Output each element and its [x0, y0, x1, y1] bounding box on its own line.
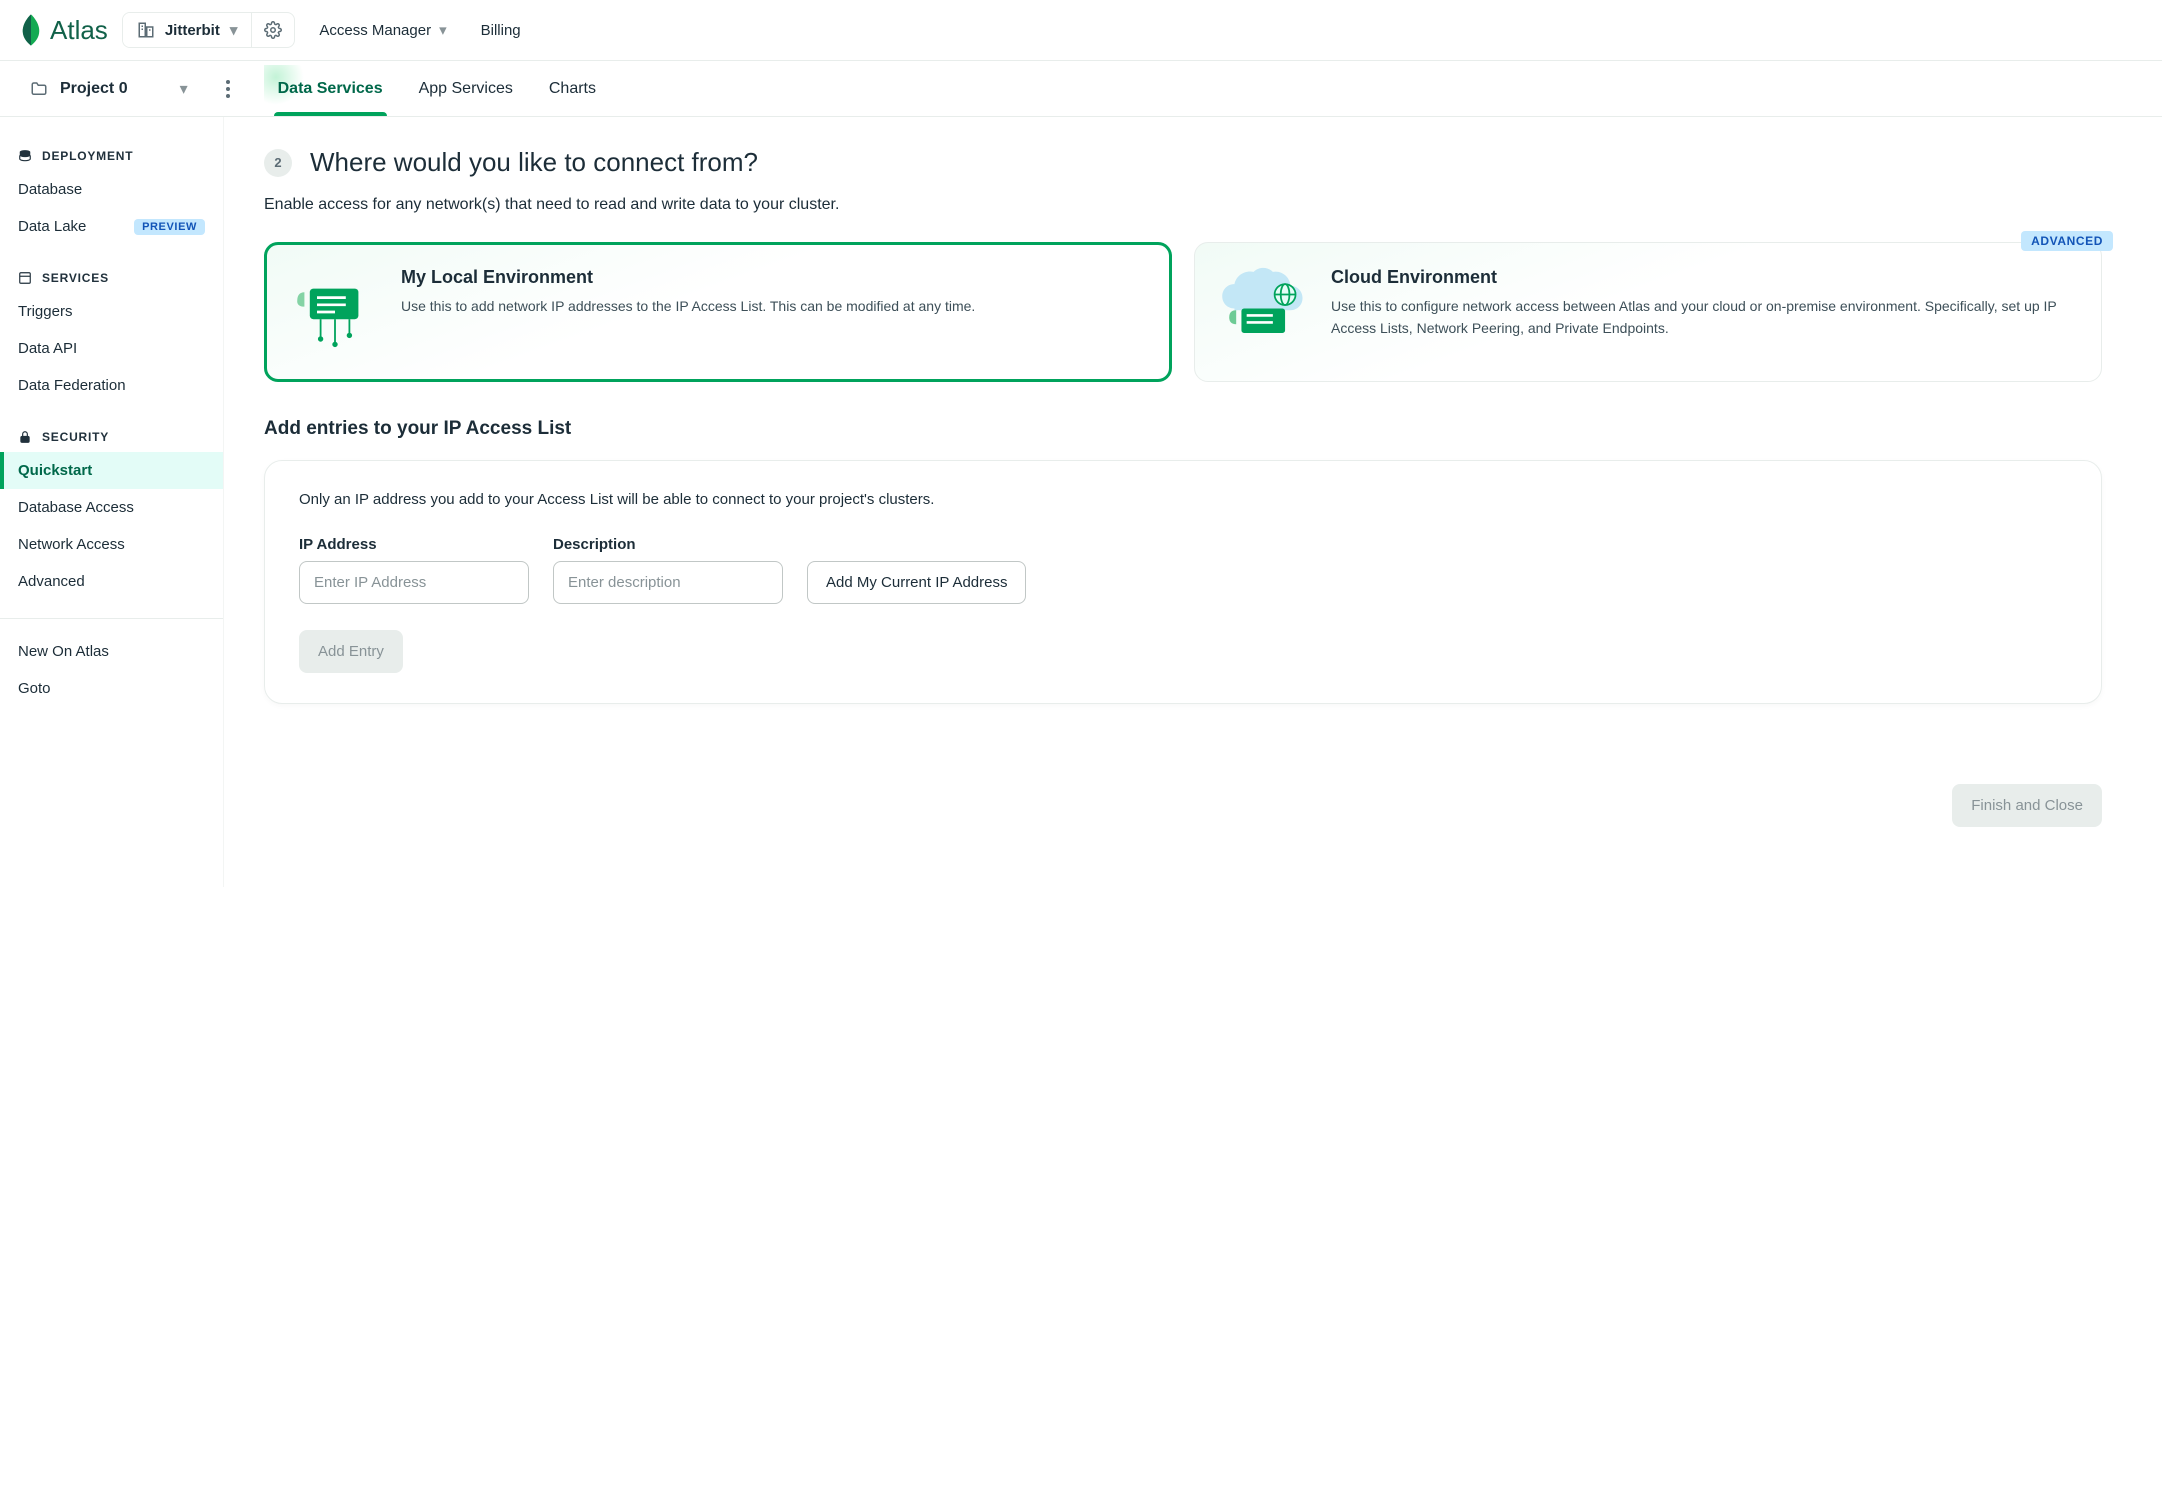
top-bar: Atlas Jitterbit ▾ Access Manager ▾ Billi…: [0, 0, 2162, 61]
add-entry-button[interactable]: Add Entry: [299, 630, 403, 673]
ip-form-row: IP Address Description Add My Current IP…: [299, 536, 2067, 604]
description-input[interactable]: [553, 561, 783, 604]
brand-text: Atlas: [50, 15, 108, 46]
sidebar-item-database[interactable]: Database: [0, 171, 223, 208]
local-env-illustration: [287, 267, 383, 357]
sidebar: DEPLOYMENT Database Data Lake PREVIEW SE…: [0, 117, 224, 887]
section-title: Add entries to your IP Access List: [264, 418, 2102, 440]
org-settings-button[interactable]: [251, 13, 294, 47]
chevron-down-icon: ▾: [230, 21, 238, 39]
leaf-icon: [20, 14, 42, 46]
panel-info: Only an IP address you add to your Acces…: [299, 491, 2067, 508]
cloud-env-illustration: [1217, 267, 1313, 357]
tab-app-services[interactable]: App Services: [415, 61, 517, 116]
sidebar-item-new-on-atlas[interactable]: New On Atlas: [0, 633, 223, 670]
sidebar-divider: [0, 618, 223, 619]
project-name: Project 0: [60, 80, 128, 98]
database-icon: [18, 149, 32, 163]
finish-and-close-button[interactable]: Finish and Close: [1952, 784, 2102, 827]
sidebar-item-network-access[interactable]: Network Access: [0, 526, 223, 563]
tab-data-services[interactable]: Data Services: [274, 61, 387, 116]
org-dropdown-button[interactable]: Jitterbit ▾: [123, 13, 252, 47]
card-cloud-title: Cloud Environment: [1331, 267, 2079, 288]
org-selector: Jitterbit ▾: [122, 12, 296, 48]
card-local-environment[interactable]: My Local Environment Use this to add net…: [264, 242, 1172, 382]
chevron-down-icon: ▾: [180, 79, 188, 99]
project-dropdown[interactable]: Project 0 ▾: [20, 75, 194, 103]
step-title: Where would you like to connect from?: [310, 147, 758, 178]
kebab-icon: [226, 80, 230, 98]
sidebar-item-data-api[interactable]: Data API: [0, 330, 223, 367]
main-content: 2 Where would you like to connect from? …: [224, 117, 2162, 887]
advanced-badge: ADVANCED: [2021, 231, 2113, 251]
step-subtitle: Enable access for any network(s) that ne…: [264, 196, 2102, 214]
project-menu-button[interactable]: [220, 74, 236, 104]
card-cloud-text: Use this to configure network access bet…: [1331, 296, 2079, 339]
sidebar-item-goto[interactable]: Goto: [0, 670, 223, 707]
preview-badge: PREVIEW: [134, 219, 205, 235]
card-cloud-environment[interactable]: ADVANCED Cloud Environment Use this to c…: [1194, 242, 2102, 382]
sidebar-heading-services: SERVICES: [0, 263, 223, 293]
sidebar-item-data-federation[interactable]: Data Federation: [0, 367, 223, 404]
sidebar-heading-deployment: DEPLOYMENT: [0, 141, 223, 171]
ip-access-panel: Only an IP address you add to your Acces…: [264, 460, 2102, 704]
sidebar-item-quickstart[interactable]: Quickstart: [0, 452, 223, 489]
sidebar-item-triggers[interactable]: Triggers: [0, 293, 223, 330]
services-icon: [18, 271, 32, 285]
lock-icon: [18, 430, 32, 444]
gear-icon: [264, 21, 282, 39]
step-number: 2: [264, 149, 292, 177]
tab-charts[interactable]: Charts: [545, 61, 600, 116]
org-icon: [137, 21, 155, 39]
ip-address-label: IP Address: [299, 536, 529, 553]
ip-address-input[interactable]: [299, 561, 529, 604]
billing-link[interactable]: Billing: [471, 16, 531, 45]
add-current-ip-button[interactable]: Add My Current IP Address: [807, 561, 1026, 604]
sidebar-heading-security: SECURITY: [0, 422, 223, 452]
sub-bar: Project 0 ▾ Data Services App Services C…: [0, 61, 2162, 117]
atlas-logo: Atlas: [20, 14, 108, 46]
step-header: 2 Where would you like to connect from?: [264, 147, 2102, 178]
card-local-text: Use this to add network IP addresses to …: [401, 296, 975, 318]
folder-icon: [30, 80, 48, 98]
environment-cards: My Local Environment Use this to add net…: [264, 242, 2102, 382]
footer-actions: Finish and Close: [264, 784, 2102, 827]
chevron-down-icon: ▾: [439, 21, 447, 39]
description-label: Description: [553, 536, 783, 553]
service-tabs: Data Services App Services Charts: [274, 61, 600, 116]
org-name: Jitterbit: [165, 22, 220, 39]
access-manager-link[interactable]: Access Manager ▾: [309, 15, 456, 45]
sidebar-item-data-lake[interactable]: Data Lake PREVIEW: [0, 208, 223, 245]
sidebar-item-database-access[interactable]: Database Access: [0, 489, 223, 526]
card-local-title: My Local Environment: [401, 267, 975, 288]
sidebar-item-advanced[interactable]: Advanced: [0, 563, 223, 600]
